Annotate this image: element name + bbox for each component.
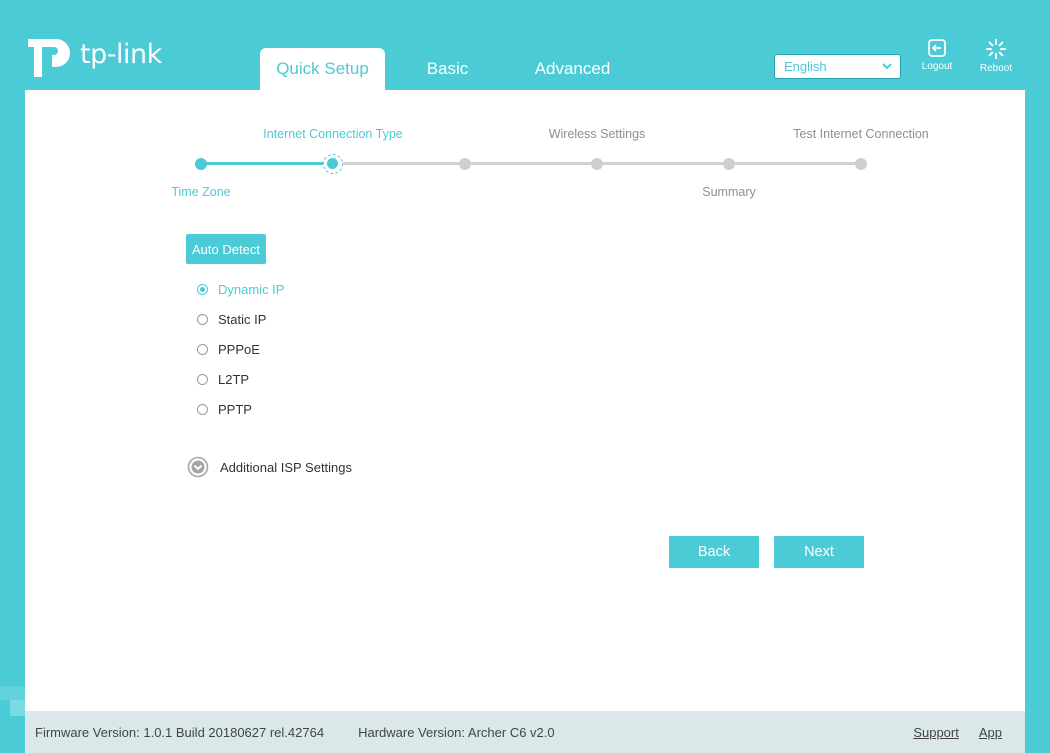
step-label-test-internet-connection: Test Internet Connection <box>793 127 929 141</box>
main-panel: Internet Connection Type Wireless Settin… <box>25 90 1025 711</box>
reboot-button[interactable]: Reboot <box>971 38 1021 74</box>
footer: Firmware Version: 1.0.1 Build 20180627 r… <box>25 711 1025 753</box>
radio-pppoe[interactable]: PPPoE <box>197 339 260 359</box>
step-dot-time-zone <box>195 158 207 170</box>
progress-track-done <box>201 162 333 165</box>
additional-isp-settings-label: Additional ISP Settings <box>220 459 353 475</box>
step-dot-wireless-settings <box>459 158 471 170</box>
auto-detect-button[interactable]: Auto Detect <box>186 234 266 264</box>
support-link[interactable]: Support <box>913 725 959 740</box>
step-dot-internet-connection-type <box>323 154 343 174</box>
logout-icon <box>928 39 946 57</box>
logout-button[interactable]: Logout <box>912 38 962 72</box>
language-select[interactable]: English <box>774 54 901 79</box>
radio-button[interactable] <box>197 343 208 355</box>
radio-dynamic-ip[interactable]: Dynamic IP <box>197 279 284 299</box>
footer-links: Support App <box>913 725 1002 740</box>
step-label-summary: Summary <box>702 185 756 199</box>
logout-label: Logout <box>921 61 953 72</box>
radio-l2tp[interactable]: L2TP <box>197 369 249 389</box>
step-label-time-zone: Time Zone <box>171 185 231 199</box>
radio-pptp[interactable]: PPTP <box>197 399 252 419</box>
app-link[interactable]: App <box>979 725 1002 740</box>
decorative-corner <box>0 686 25 716</box>
radio-button[interactable] <box>197 373 208 385</box>
tab-quick-setup[interactable]: Quick Setup <box>260 48 385 90</box>
radio-label: PPPoE <box>218 341 260 357</box>
additional-isp-settings-toggle[interactable]: Additional ISP Settings <box>187 456 352 478</box>
radio-label: PPTP <box>218 401 252 417</box>
reboot-label: Reboot <box>979 63 1013 74</box>
step-dot-summary <box>723 158 735 170</box>
radio-static-ip[interactable]: Static IP <box>197 309 266 329</box>
step-label-internet-connection-type: Internet Connection Type <box>263 127 403 141</box>
radio-label: Dynamic IP <box>218 281 285 297</box>
radio-button[interactable] <box>197 283 208 295</box>
expand-circle-icon <box>187 456 209 478</box>
hardware-version: Hardware Version: Archer C6 v2.0 <box>358 724 555 740</box>
tab-advanced[interactable]: Advanced <box>510 48 635 90</box>
firmware-version: Firmware Version: 1.0.1 Build 20180627 r… <box>35 724 325 740</box>
tp-link-logo-icon <box>28 39 70 77</box>
step-label-wireless-settings: Wireless Settings <box>548 127 646 141</box>
language-select-value: English <box>784 59 827 74</box>
radio-button[interactable] <box>197 403 208 415</box>
step-dot-step-4 <box>591 158 603 170</box>
step-dot-test-internet-connection <box>855 158 867 170</box>
radio-button[interactable] <box>197 313 208 325</box>
tp-link-logo: tp-link <box>24 28 174 80</box>
chevron-down-icon <box>882 63 892 70</box>
logo-text: tp-link <box>80 38 162 70</box>
back-button[interactable]: Back <box>669 536 759 568</box>
main-tabs: Quick Setup Basic Advanced <box>260 48 635 90</box>
tab-basic[interactable]: Basic <box>385 48 510 90</box>
next-button[interactable]: Next <box>774 536 864 568</box>
radio-label: Static IP <box>218 311 267 327</box>
radio-label: L2TP <box>218 371 250 387</box>
reboot-icon <box>986 39 1006 59</box>
